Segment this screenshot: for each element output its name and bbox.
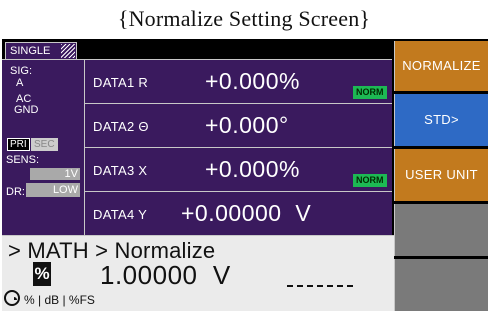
hatch-icon bbox=[61, 44, 75, 58]
dr-value: LOW bbox=[26, 183, 80, 197]
instrument-screen: SINGLE SIG: A AC GND PRI SEC SENS: 1V DR… bbox=[2, 39, 488, 311]
data2-value: +0.000° bbox=[205, 112, 289, 138]
data4-value: +0.00000 V bbox=[181, 200, 312, 226]
std-softkey[interactable]: STD> bbox=[394, 94, 488, 146]
sig-label: SIG: bbox=[10, 65, 33, 77]
sig-input-a: A bbox=[16, 77, 24, 89]
data3-row: DATA3 X +0.000% NORM bbox=[84, 147, 392, 191]
rotary-knob-icon[interactable] bbox=[4, 290, 20, 306]
softkey-4[interactable] bbox=[394, 204, 488, 256]
signal-settings-panel: SIG: A AC GND PRI SEC SENS: 1V DR: LOW bbox=[2, 59, 84, 235]
dr-label: DR: bbox=[6, 186, 25, 198]
data4-row: DATA4 Y +0.00000 V bbox=[84, 191, 392, 235]
sens-value: 1V bbox=[30, 168, 80, 180]
sec-indicator: SEC bbox=[31, 138, 58, 151]
mode-tab[interactable]: SINGLE bbox=[5, 42, 77, 59]
normalize-softkey[interactable]: NORMALIZE bbox=[394, 41, 488, 91]
data1-value: +0.000% bbox=[205, 68, 300, 94]
pri-indicator: PRI bbox=[7, 138, 30, 151]
data3-norm-badge: NORM bbox=[353, 174, 387, 187]
normalize-value[interactable]: 1.00000 V bbox=[100, 260, 231, 291]
entry-cursor bbox=[287, 285, 353, 287]
percent-unit-icon[interactable]: % bbox=[33, 262, 51, 286]
data2-row: DATA2 Θ +0.000° bbox=[84, 103, 392, 147]
data1-label: DATA1 R bbox=[93, 75, 149, 90]
sig-ground-gnd: GND bbox=[14, 104, 39, 116]
data2-label: DATA2 Θ bbox=[93, 119, 149, 134]
data1-norm-badge: NORM bbox=[353, 86, 387, 99]
screen-caption: {Normalize Setting Screen} bbox=[117, 6, 371, 31]
softkey-5[interactable] bbox=[394, 259, 488, 311]
unit-options: % | dB | %FS bbox=[24, 293, 95, 307]
user-unit-softkey[interactable]: USER UNIT bbox=[394, 149, 488, 201]
data4-label: DATA4 Y bbox=[93, 207, 148, 222]
mode-tab-label: SINGLE bbox=[10, 45, 51, 57]
sens-label: SENS: bbox=[6, 154, 40, 166]
data1-row: DATA1 R +0.000% NORM bbox=[84, 59, 392, 103]
math-normalize-panel: > MATH > Normalize % 1.00000 V % | dB | … bbox=[2, 235, 394, 311]
data3-label: DATA3 X bbox=[93, 163, 148, 178]
data3-value: +0.000% bbox=[205, 156, 300, 182]
